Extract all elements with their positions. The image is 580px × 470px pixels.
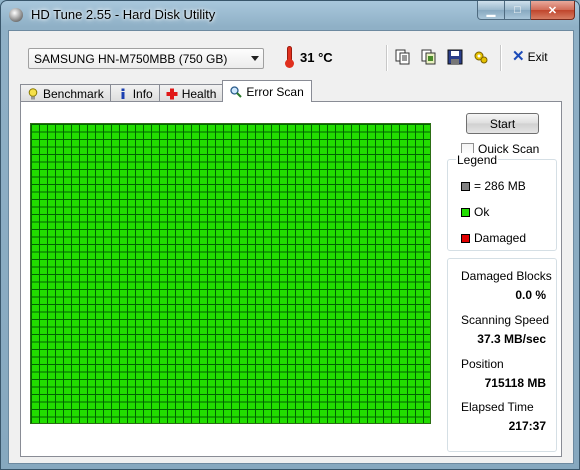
info-icon: [117, 88, 129, 100]
damaged-blocks-label: Damaged Blocks: [461, 269, 552, 283]
position-label: Position: [461, 357, 504, 371]
magnifier-icon: [230, 85, 243, 98]
legend-item-label: Damaged: [474, 231, 527, 245]
title-bar[interactable]: HD Tune 2.55 - Hard Disk Utility ▁ □ ✕: [1, 1, 579, 29]
app-window: HD Tune 2.55 - Hard Disk Utility ▁ □ ✕ S…: [0, 0, 580, 470]
tab-health[interactable]: Health: [158, 84, 224, 102]
app-icon[interactable]: [9, 8, 23, 22]
minimize-button[interactable]: ▁: [477, 1, 505, 20]
red-swatch-icon: [461, 233, 470, 243]
tab-info-label: Info: [132, 86, 153, 101]
save-icon[interactable]: [446, 48, 464, 66]
drive-select[interactable]: SAMSUNG HN-M750MBB (750 GB): [28, 48, 264, 69]
damaged-blocks-value: 0.0 %: [515, 288, 546, 302]
close-button[interactable]: ✕: [531, 1, 575, 20]
elapsed-time-value: 217:37: [508, 419, 546, 433]
scan-block-map: [30, 123, 431, 424]
minimize-icon: ▁: [486, 4, 496, 17]
legend-item-damaged: Damaged: [461, 231, 526, 245]
green-swatch-icon: [461, 207, 470, 217]
exit-icon: ✕: [512, 48, 525, 65]
tab-info[interactable]: Info: [109, 84, 160, 102]
error-scan-panel: Start Quick Scan Legend = 286 MB Ok Dama…: [20, 101, 562, 457]
drive-select-value: SAMSUNG HN-M750MBB (750 GB): [34, 51, 228, 66]
toolbar: SAMSUNG HN-M750MBB (750 GB) 31 °C ✕ Exit: [20, 39, 562, 77]
thermometer-icon: [284, 45, 294, 69]
gray-swatch-icon: [461, 181, 470, 191]
toolbar-separator: [500, 45, 502, 71]
legend-item-block-size: = 286 MB: [461, 179, 526, 193]
tab-benchmark[interactable]: Benchmark: [20, 84, 111, 102]
toolbar-separator: [386, 45, 388, 71]
tab-health-label: Health: [181, 86, 217, 101]
tab-benchmark-label: Benchmark: [43, 86, 104, 101]
legend-group: Legend = 286 MB Ok Damaged: [447, 153, 557, 251]
position-value: 715118 MB: [484, 376, 546, 390]
scanning-speed-label: Scanning Speed: [461, 313, 550, 327]
options-icon[interactable]: [472, 48, 490, 66]
window-title: HD Tune 2.55 - Hard Disk Utility: [31, 7, 216, 22]
tab-error-scan-label: Error Scan: [246, 84, 304, 99]
legend-item-label: Ok: [474, 205, 490, 219]
bulb-icon: [27, 87, 39, 100]
health-cross-icon: [166, 88, 178, 100]
exit-label: Exit: [527, 50, 548, 64]
chevron-down-icon[interactable]: [251, 56, 259, 61]
legend-item-ok: Ok: [461, 205, 489, 219]
legend-title: Legend: [456, 153, 499, 167]
tab-error-scan[interactable]: Error Scan: [222, 80, 312, 102]
exit-button[interactable]: ✕ Exit: [512, 48, 548, 65]
tab-strip: Benchmark Info Health Error Scan: [20, 80, 312, 102]
copy-screenshot-icon[interactable]: [420, 48, 438, 66]
caption-buttons: ▁ □ ✕: [477, 1, 575, 20]
copy-text-icon[interactable]: [394, 48, 412, 66]
client-area: SAMSUNG HN-M750MBB (750 GB) 31 °C ✕ Exit…: [8, 30, 574, 464]
close-icon: ✕: [547, 4, 558, 17]
start-button[interactable]: Start: [466, 113, 539, 134]
maximize-button[interactable]: □: [505, 1, 531, 20]
scan-stats-group: Damaged Blocks 0.0 % Scanning Speed 37.3…: [447, 258, 557, 452]
elapsed-time-label: Elapsed Time: [461, 400, 534, 414]
maximize-icon: □: [514, 4, 521, 16]
start-button-label: Start: [489, 116, 516, 131]
temperature-value: 31 °C: [300, 50, 333, 65]
legend-item-label: = 286 MB: [474, 179, 526, 193]
scanning-speed-value: 37.3 MB/sec: [477, 332, 546, 346]
